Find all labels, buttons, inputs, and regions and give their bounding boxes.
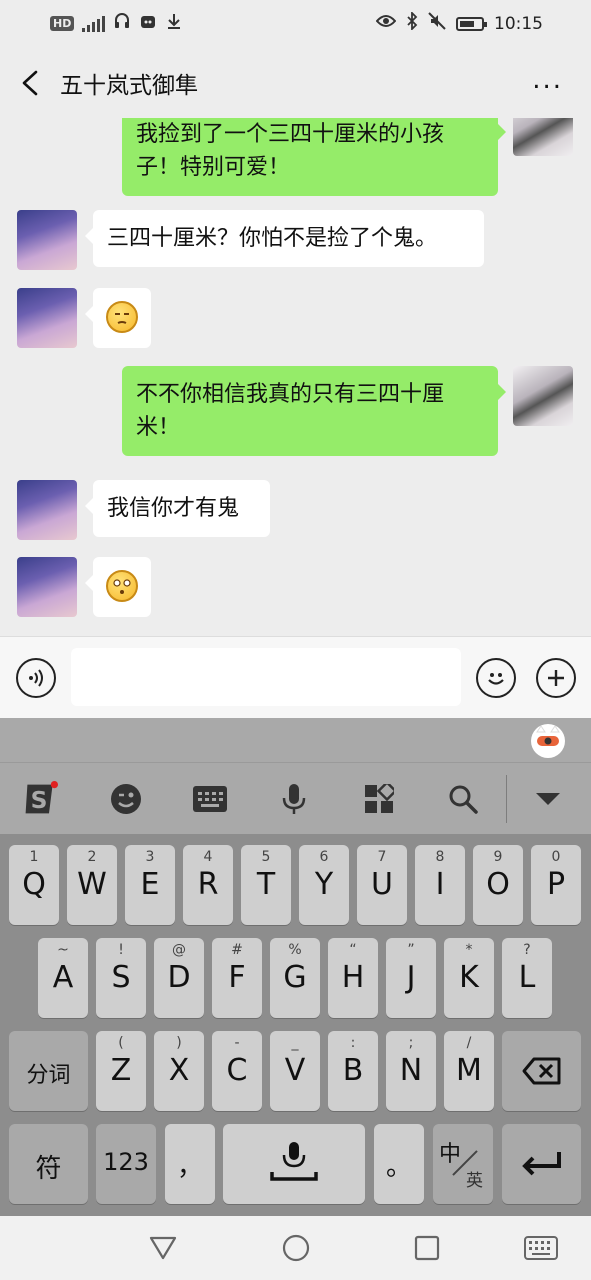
message-list: 我捡到了一个三四十厘米的小孩子！特别可爱！ 三四十厘米？你怕不是捡了个鬼。 不不… bbox=[0, 118, 591, 636]
emoji-icon[interactable] bbox=[476, 658, 516, 698]
backspace-icon bbox=[522, 1057, 561, 1085]
backspace-key[interactable] bbox=[502, 1031, 581, 1111]
message-bubble-received-emoji[interactable] bbox=[85, 288, 151, 348]
message-input[interactable] bbox=[71, 648, 461, 706]
recents-square-icon[interactable] bbox=[413, 1234, 441, 1266]
svg-text:S: S bbox=[31, 786, 48, 814]
space-voice-key[interactable] bbox=[223, 1124, 365, 1204]
battery-icon bbox=[456, 16, 487, 31]
voice-icon[interactable] bbox=[16, 658, 56, 698]
keyboard-toolbar: S bbox=[0, 762, 591, 834]
download-icon bbox=[165, 12, 183, 35]
toolbar-divider bbox=[506, 775, 507, 823]
key-o[interactable]: 9O bbox=[473, 845, 523, 925]
number-key[interactable]: 123 bbox=[96, 1124, 156, 1204]
key-d[interactable]: @ D bbox=[154, 938, 204, 1018]
enter-key[interactable] bbox=[502, 1124, 581, 1204]
system-nav-bar bbox=[0, 1216, 591, 1280]
key-b[interactable]: :B bbox=[328, 1031, 378, 1111]
period-key[interactable]: 。 bbox=[374, 1124, 424, 1204]
sogou-logo-icon[interactable]: S bbox=[22, 781, 58, 817]
keyboard: S 1Q 2W 3E 4R 5T 6Y 7U 8I 9O 0P ~ A ! S @ D… bbox=[0, 718, 591, 1216]
key-v[interactable]: _ V bbox=[270, 1031, 320, 1111]
app-notification-icon bbox=[139, 12, 157, 35]
comma-key[interactable]: ， bbox=[165, 1124, 215, 1204]
key-z[interactable]: (Z bbox=[96, 1031, 146, 1111]
input-bar bbox=[0, 636, 591, 718]
message-bubble-sent[interactable]: 我捡到了一个三四十厘米的小孩子！特别可爱！ bbox=[122, 118, 506, 196]
contact-avatar[interactable] bbox=[17, 288, 77, 348]
collapse-arrow-icon[interactable] bbox=[530, 781, 566, 817]
key-w[interactable]: 2W bbox=[67, 845, 117, 925]
symbol-key[interactable]: 符 bbox=[9, 1124, 88, 1204]
message-bubble-received[interactable]: 三四十厘米？你怕不是捡了个鬼。 bbox=[85, 210, 484, 267]
key-f[interactable]: # F bbox=[212, 938, 262, 1018]
4g-signal-icon bbox=[82, 15, 106, 32]
key-r[interactable]: 4R bbox=[183, 845, 233, 925]
key-y[interactable]: 6Y bbox=[299, 845, 349, 925]
flushed-face-icon bbox=[106, 570, 138, 602]
key-k[interactable]: * K bbox=[444, 938, 494, 1018]
bluetooth-icon bbox=[406, 10, 418, 35]
hd-icon: HD bbox=[50, 16, 75, 31]
my-avatar[interactable] bbox=[513, 366, 573, 426]
enter-icon bbox=[522, 1152, 561, 1176]
key-n[interactable]: ; N bbox=[386, 1031, 436, 1111]
message-bubble-received[interactable]: 我信你才有鬼 bbox=[85, 480, 270, 537]
chat-title: 五十岚式御隼 bbox=[60, 73, 198, 99]
chat-header: 五十岚式御隼 ... bbox=[0, 46, 591, 118]
key-u[interactable]: 7U bbox=[357, 845, 407, 925]
status-time: 10:15 bbox=[494, 13, 543, 34]
status-bar: HD 10:15 bbox=[0, 0, 591, 46]
key-a[interactable]: ~ A bbox=[38, 938, 88, 1018]
lang-switch-key[interactable]: 中 英 bbox=[433, 1124, 493, 1204]
contact-avatar[interactable] bbox=[17, 480, 77, 540]
key-j[interactable]: ” J bbox=[386, 938, 436, 1018]
contact-avatar[interactable] bbox=[17, 210, 77, 270]
split-word-key[interactable]: 分词 bbox=[9, 1031, 88, 1111]
microphone-icon[interactable] bbox=[276, 781, 312, 817]
keyboard-switch-icon[interactable] bbox=[524, 1236, 558, 1264]
mascot-icon[interactable] bbox=[531, 724, 565, 758]
plus-icon[interactable] bbox=[536, 658, 576, 698]
chevron-left-icon[interactable] bbox=[20, 70, 40, 96]
wink-face-icon[interactable] bbox=[108, 781, 144, 817]
key-x[interactable]: ) X bbox=[154, 1031, 204, 1111]
eye-icon bbox=[375, 13, 397, 34]
key-p[interactable]: 0P bbox=[531, 845, 581, 925]
my-avatar[interactable] bbox=[513, 118, 573, 156]
unamused-face-icon bbox=[106, 301, 138, 333]
key-m[interactable]: / M bbox=[444, 1031, 494, 1111]
apps-grid-icon[interactable] bbox=[361, 781, 397, 817]
key-l[interactable]: ? L bbox=[502, 938, 552, 1018]
keyboard-icon[interactable] bbox=[192, 781, 228, 817]
key-c[interactable]: -C bbox=[212, 1031, 262, 1111]
key-e[interactable]: 3E bbox=[125, 845, 175, 925]
contact-avatar[interactable] bbox=[17, 557, 77, 617]
home-circle-icon[interactable] bbox=[281, 1233, 311, 1267]
search-icon[interactable] bbox=[445, 781, 481, 817]
more-dots-icon[interactable]: ... bbox=[532, 67, 563, 93]
back-triangle-icon[interactable] bbox=[148, 1234, 178, 1266]
key-g[interactable]: % G bbox=[270, 938, 320, 1018]
headset-icon bbox=[113, 12, 131, 35]
key-q[interactable]: 1Q bbox=[9, 845, 59, 925]
key-s[interactable]: ! S bbox=[96, 938, 146, 1018]
microphone-icon bbox=[270, 1142, 318, 1181]
message-bubble-received-emoji[interactable] bbox=[85, 557, 151, 617]
message-bubble-sent[interactable]: 不不你相信我真的只有三四十厘米！ bbox=[122, 366, 506, 456]
key-i[interactable]: 8I bbox=[415, 845, 465, 925]
keyboard-top-strip bbox=[0, 718, 591, 762]
key-h[interactable]: “H bbox=[328, 938, 378, 1018]
key-t[interactable]: 5T bbox=[241, 845, 291, 925]
mute-icon bbox=[428, 12, 446, 35]
